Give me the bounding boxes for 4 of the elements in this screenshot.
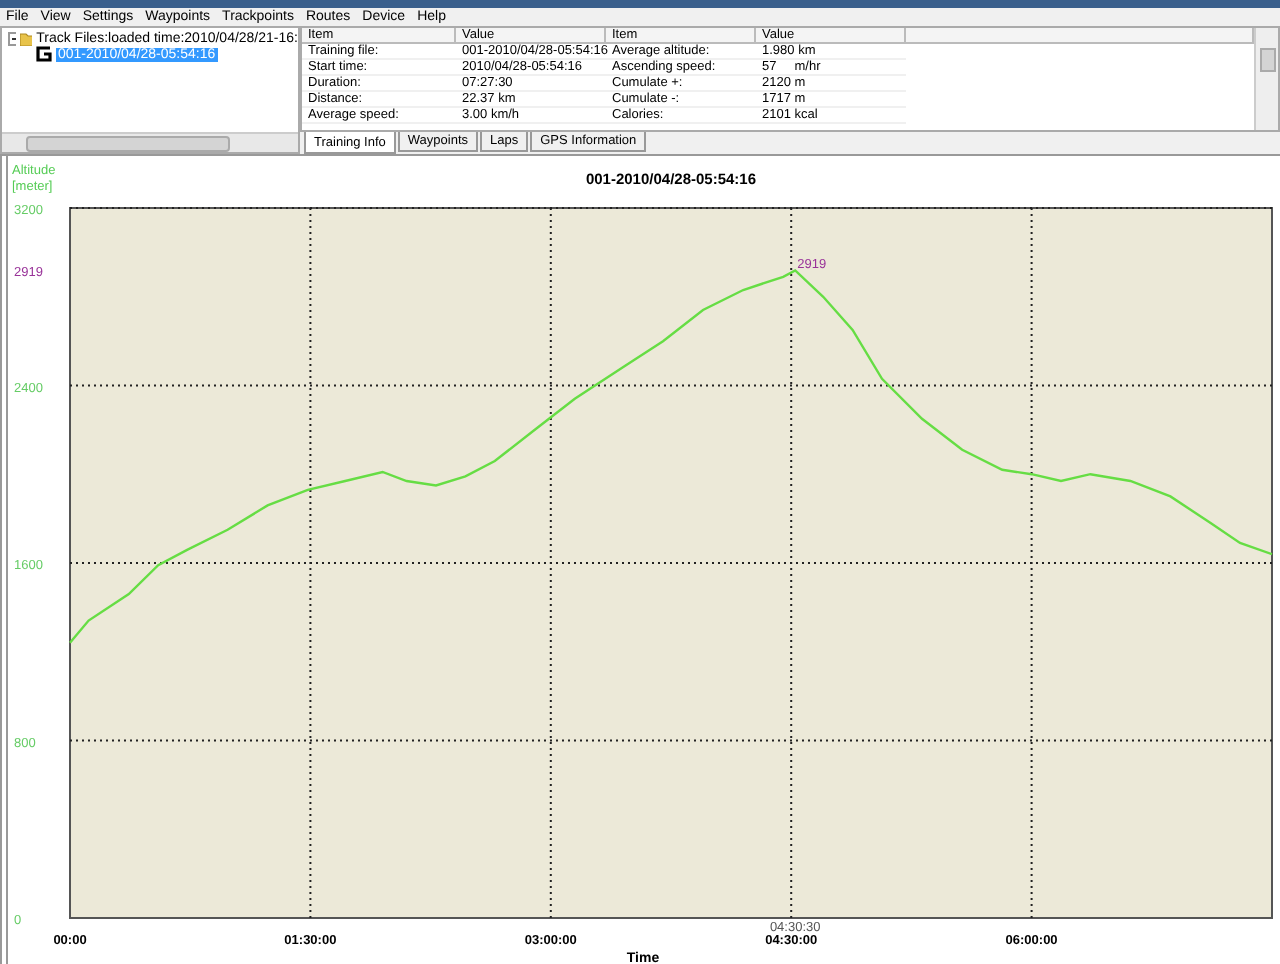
- vertical-scrollbar[interactable]: [1254, 28, 1278, 130]
- track-icon: [36, 46, 52, 62]
- folder-icon: [20, 32, 33, 46]
- horizontal-scrollbar[interactable]: [2, 132, 298, 152]
